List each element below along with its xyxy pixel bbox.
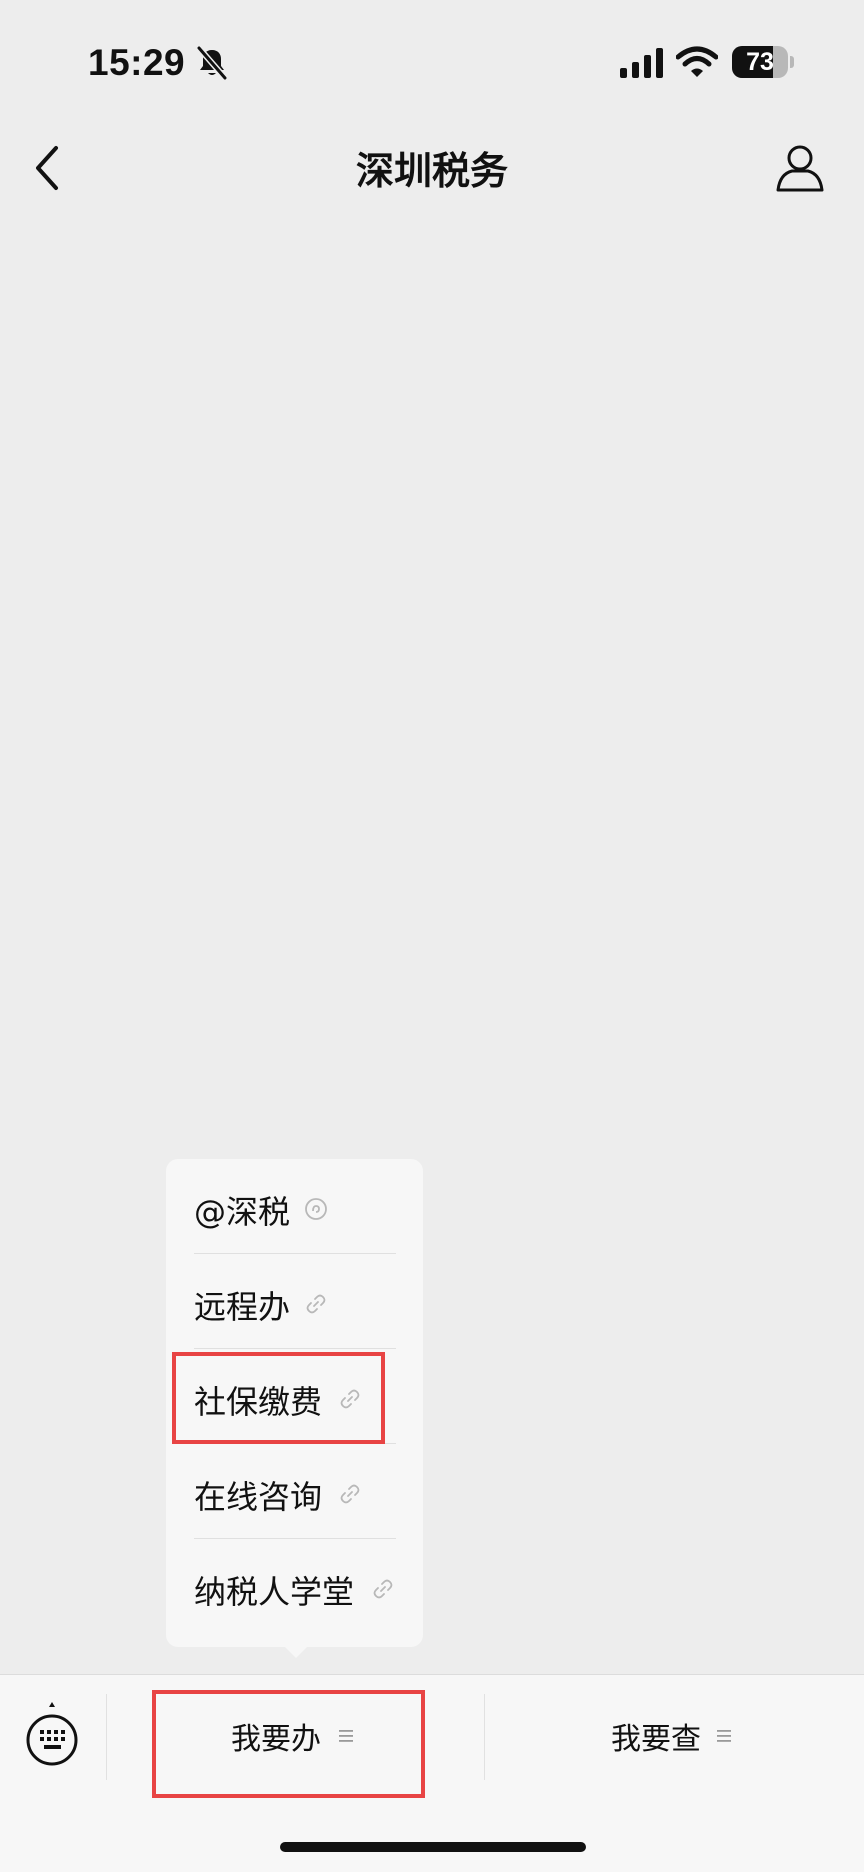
battery-cap [790,56,794,68]
status-time: 15:29 [88,42,186,83]
menu-item-label: 纳税人学堂 [194,1573,355,1611]
mute-bell-icon [196,46,228,80]
menu-button-to-check[interactable]: 我要查 [485,1694,864,1782]
menu-item-label: 远程办 [194,1288,291,1326]
battery-level: 73 [746,48,774,76]
mini-program-icon [305,1198,327,1220]
popup-arrow [282,1644,310,1658]
highlight-box-social-insurance [172,1352,385,1444]
link-icon [340,1484,360,1504]
home-indicator [280,1842,586,1852]
menu-item-shenshui[interactable]: @深税 [166,1159,423,1253]
person-icon[interactable] [772,140,828,196]
menu-item-remote[interactable]: 远程办 [166,1254,423,1348]
menu-lines-icon [717,1730,731,1742]
battery-icon: 73 [732,46,788,78]
keyboard-icon[interactable] [24,1700,80,1772]
highlight-box-to-do-menu [152,1690,425,1798]
back-chevron-icon[interactable] [26,138,74,198]
menu-item-label: 在线咨询 [194,1478,323,1516]
menu-item-taxpayer-school[interactable]: 纳税人学堂 [166,1539,423,1633]
menu-button-label: 我要查 [611,1722,701,1757]
cellular-signal-icon [620,48,663,78]
wechat-official-account-screen: 15:29 73 深圳税务 @深税 远程办 社保缴费 在线咨询 纳税人学堂 我要… [0,0,864,1872]
menu-item-online-consult[interactable]: 在线咨询 [166,1444,423,1538]
wifi-icon [676,46,718,77]
page-title: 深圳税务 [355,149,508,193]
link-icon [306,1294,326,1314]
menu-item-label: @深税 [194,1193,291,1231]
link-icon [373,1579,393,1599]
